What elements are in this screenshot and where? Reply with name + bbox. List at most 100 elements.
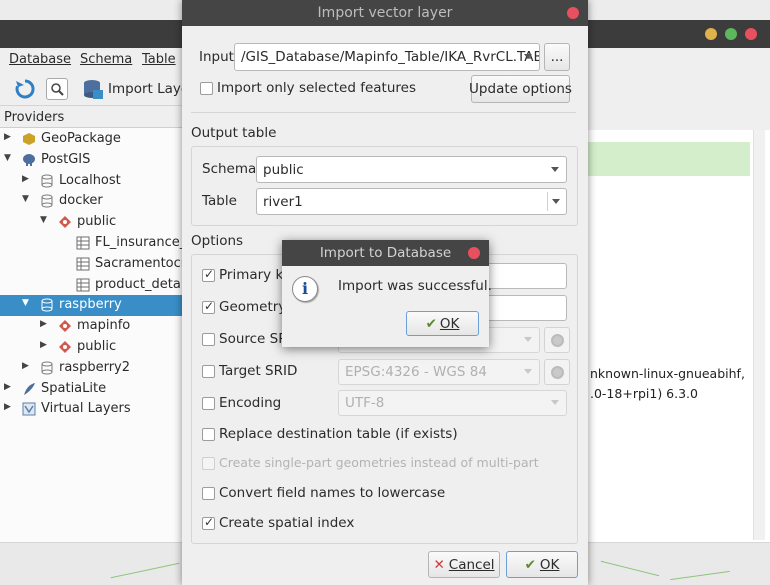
tree-item[interactable]: ▶ raspberry2 <box>0 358 182 379</box>
spatialite-feather-icon <box>22 382 36 396</box>
maximize-button[interactable] <box>725 28 737 40</box>
chevron-down-icon <box>524 337 532 342</box>
schema-value: public <box>263 161 304 178</box>
close-window-button[interactable] <box>745 28 757 40</box>
tree-item[interactable]: ▼ PostGIS <box>0 150 182 171</box>
browse-button[interactable]: ... <box>544 43 570 71</box>
target-crs-selector-button[interactable] <box>544 359 570 385</box>
database-icon <box>40 194 54 208</box>
lowercase-checkbox[interactable] <box>202 487 215 500</box>
only-selected-checkbox[interactable] <box>200 82 213 95</box>
only-selected-label: Import only selected features <box>217 80 416 96</box>
tree-item[interactable]: product_detail <box>0 275 182 296</box>
dialog-close-button[interactable] <box>567 7 579 19</box>
globe-icon <box>551 334 564 347</box>
collapsed-arrow-icon[interactable]: ▶ <box>4 382 11 392</box>
table-value: river1 <box>263 193 303 210</box>
cancel-button[interactable]: ✕ Cancel <box>428 551 500 578</box>
info-pane <box>588 130 770 542</box>
message-box-close-button[interactable] <box>468 247 480 259</box>
collapsed-arrow-icon[interactable]: ▶ <box>22 361 29 371</box>
source-srid-label: Source SR <box>219 331 288 347</box>
tree-item-label: Localhost <box>59 172 121 188</box>
tree-item[interactable]: ▶ GeoPackage <box>0 129 182 150</box>
tree-item[interactable]: ▶ Virtual Layers <box>0 399 182 420</box>
output-table-label: Output table <box>191 125 277 141</box>
replace-table-label: Replace destination table (if exists) <box>219 426 458 442</box>
tree-item-label: raspberry2 <box>59 359 131 375</box>
input-layer-value: /GIS_Database/Mapinfo_Table/IKA_RvrCL.TA… <box>241 49 540 65</box>
tree-item[interactable]: ▶ mapinfo <box>0 316 182 337</box>
expanded-arrow-icon[interactable]: ▼ <box>22 298 29 308</box>
single-part-checkbox[interactable] <box>202 457 215 470</box>
encoding-value: UTF-8 <box>345 395 385 411</box>
minimize-button[interactable] <box>705 28 717 40</box>
input-layer-combo[interactable]: /GIS_Database/Mapinfo_Table/IKA_RvrCL.TA… <box>234 43 540 71</box>
menu-table[interactable]: Table <box>142 52 176 67</box>
tree-item[interactable]: FL_insurance_ <box>0 233 182 254</box>
ok-label: OK <box>539 556 560 573</box>
tree-item-label: Sacramentocr <box>95 255 182 271</box>
collapsed-arrow-icon[interactable]: ▶ <box>40 319 47 329</box>
expanded-arrow-icon[interactable]: ▼ <box>40 215 47 225</box>
tree-item-label: FL_insurance_ <box>95 235 182 250</box>
ok-button[interactable]: ✔ OK <box>506 551 578 578</box>
target-srid-label: Target SRID <box>219 363 298 379</box>
tree-item[interactable]: ▶ Localhost <box>0 171 182 192</box>
sql-window-icon[interactable] <box>46 78 68 100</box>
info-icon: i <box>292 276 318 302</box>
import-layer-icon[interactable] <box>82 78 104 100</box>
divider <box>191 112 576 113</box>
spatial-index-label: Create spatial index <box>219 515 355 531</box>
schema-icon <box>58 215 72 229</box>
tree-item[interactable]: Sacramentocr <box>0 254 182 275</box>
schema-icon <box>58 319 72 333</box>
tree-item[interactable]: ▶ SpatiaLite <box>0 379 182 400</box>
table-icon <box>76 257 90 271</box>
info-line: .0-18+rpi1) 6.3.0 <box>590 386 698 401</box>
update-options-button[interactable]: Update options <box>469 75 572 103</box>
encoding-combo[interactable]: UTF-8 <box>338 390 567 416</box>
target-srid-value: EPSG:4326 - WGS 84 <box>345 364 487 380</box>
menu-schema[interactable]: Schema <box>80 52 132 67</box>
tree-item[interactable]: ▼ raspberry <box>0 295 182 317</box>
collapsed-arrow-icon[interactable]: ▶ <box>40 340 47 350</box>
chevron-down-icon <box>524 369 532 374</box>
virtual-layers-icon <box>22 402 36 416</box>
table-combo[interactable]: river1 <box>256 188 567 215</box>
encoding-checkbox[interactable] <box>202 397 215 410</box>
chevron-down-icon <box>552 198 560 204</box>
tree-item[interactable]: ▶ public <box>0 337 182 358</box>
dialog-title: Import vector layer <box>182 0 588 26</box>
spatial-index-checkbox[interactable]: ✓ <box>202 515 215 530</box>
expanded-arrow-icon[interactable]: ▼ <box>4 153 11 163</box>
tree-item-label: raspberry <box>59 297 122 313</box>
replace-table-checkbox[interactable] <box>202 428 215 441</box>
primary-key-checkbox[interactable]: ✓ <box>202 267 215 282</box>
single-part-label: Create single-part geometries instead of… <box>219 455 539 470</box>
info-pane-scrollbar[interactable] <box>753 130 765 540</box>
collapsed-arrow-icon[interactable]: ▶ <box>4 132 11 142</box>
tree-item-label: product_detail <box>95 276 182 292</box>
collapsed-arrow-icon[interactable]: ▶ <box>22 174 29 184</box>
tree-item-label: GeoPackage <box>41 131 121 146</box>
tree-item[interactable]: ▼ public <box>0 212 182 233</box>
geometry-checkbox[interactable]: ✓ <box>202 299 215 314</box>
expanded-arrow-icon[interactable]: ▼ <box>22 194 29 204</box>
providers-label: Providers <box>4 110 65 125</box>
input-label: Input <box>199 49 234 65</box>
target-srid-combo[interactable]: EPSG:4326 - WGS 84 <box>338 359 540 385</box>
message-ok-label: OK <box>439 315 460 332</box>
target-srid-checkbox[interactable] <box>202 365 215 378</box>
table-label: Table <box>202 193 237 209</box>
collapsed-arrow-icon[interactable]: ▶ <box>4 402 11 412</box>
menu-database[interactable]: Database <box>9 52 71 67</box>
schema-combo[interactable]: public <box>256 156 567 183</box>
source-srid-checkbox[interactable] <box>202 333 215 346</box>
refresh-icon[interactable] <box>14 78 36 100</box>
success-row <box>588 142 750 176</box>
message-ok-button[interactable]: ✔ OK <box>406 311 479 336</box>
tree-item[interactable]: ▼ docker <box>0 191 182 212</box>
source-crs-selector-button[interactable] <box>544 327 570 353</box>
table-icon <box>76 278 90 292</box>
